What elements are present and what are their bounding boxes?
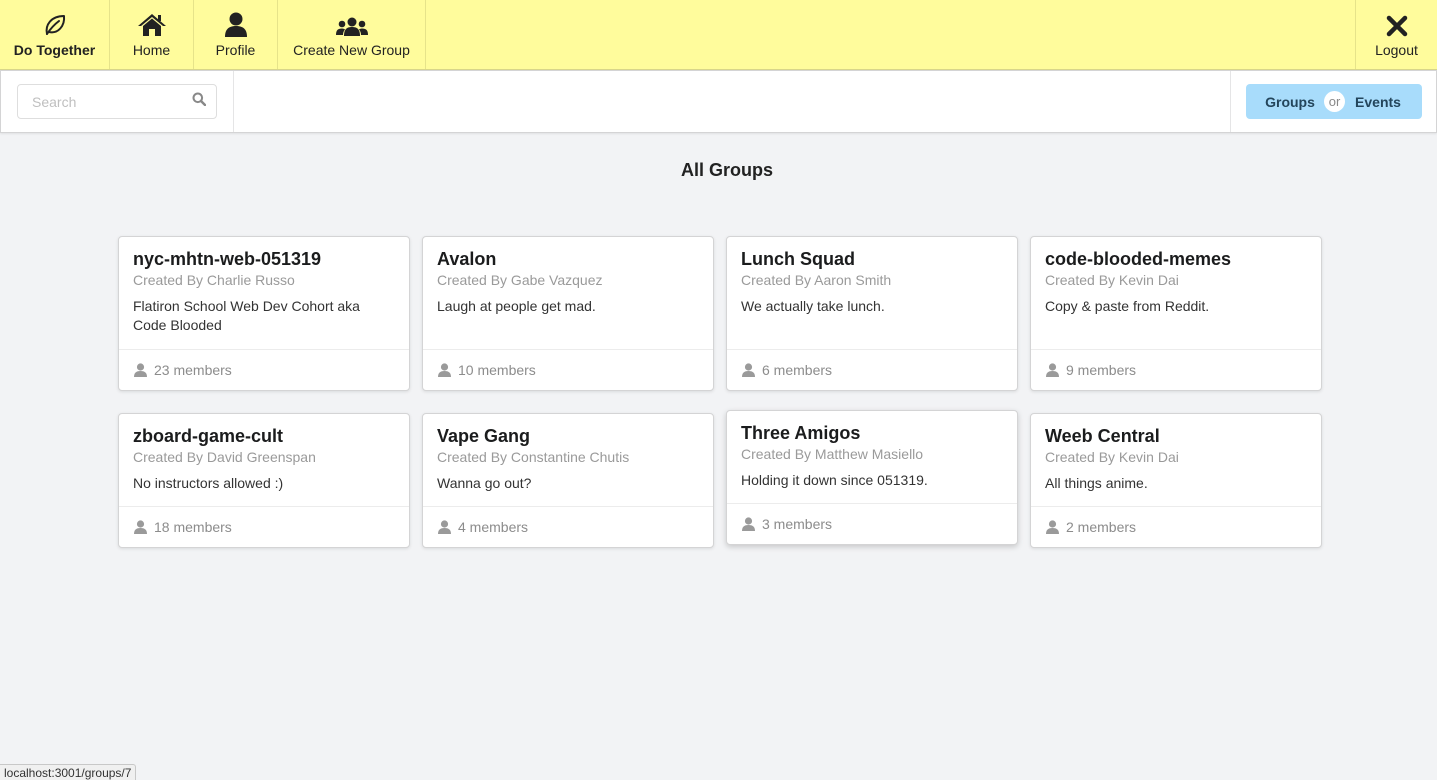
events-button[interactable]: Events — [1334, 84, 1422, 119]
search-box[interactable] — [17, 84, 217, 119]
nav-logout[interactable]: Logout — [1355, 0, 1437, 69]
filter-spacer — [234, 71, 1230, 132]
nav-profile-label: Profile — [215, 42, 256, 58]
user-icon — [742, 363, 755, 377]
group-description: We actually take lunch. — [741, 298, 885, 314]
group-name: Three Amigos — [741, 423, 861, 443]
filter-bar: Groups Events or — [0, 70, 1437, 133]
leaf-icon — [43, 11, 67, 37]
user-icon — [438, 363, 451, 377]
brand-label: Do Together — [13, 42, 96, 58]
group-members: 9 members — [1031, 349, 1321, 390]
member-count: 9 members — [1066, 362, 1137, 378]
page-title: All Groups — [680, 160, 773, 180]
group-members: 4 members — [423, 506, 713, 547]
group-name: code-blooded-memes — [1045, 249, 1232, 269]
group-members: 10 members — [423, 349, 713, 390]
group-creator: Created By Constantine Chutis — [437, 449, 630, 465]
group-description: Laugh at people get mad. — [437, 298, 596, 314]
member-count: 10 members — [458, 362, 536, 378]
groups-button[interactable]: Groups — [1246, 84, 1334, 119]
search-cell — [1, 71, 234, 132]
search-input[interactable] — [32, 93, 182, 110]
group-name: Lunch Squad — [741, 249, 855, 269]
group-card[interactable]: Lunch Squad Created By Aaron Smith We ac… — [726, 236, 1018, 391]
group-members: 2 members — [1031, 506, 1321, 547]
group-members: 18 members — [119, 506, 409, 547]
user-icon — [224, 11, 248, 37]
top-nav: Do Together Home Profile Create New Grou… — [0, 0, 1437, 70]
user-icon — [1046, 363, 1059, 377]
group-creator: Created By Charlie Russo — [133, 272, 295, 288]
group-creator: Created By Kevin Dai — [1045, 449, 1179, 465]
group-members: 23 members — [119, 349, 409, 390]
group-creator: Created By Gabe Vazquez — [437, 272, 603, 288]
group-creator: Created By David Greenspan — [133, 449, 316, 465]
search-icon[interactable] — [192, 92, 207, 111]
group-members: 6 members — [727, 349, 1017, 390]
group-card[interactable]: nyc-mhtn-web-051319 Created By Charlie R… — [118, 236, 410, 391]
group-card[interactable]: Vape Gang Created By Constantine Chutis … — [422, 413, 714, 548]
group-name: Avalon — [437, 249, 497, 269]
group-name: zboard-game-cult — [133, 426, 284, 446]
group-description: Wanna go out? — [437, 475, 532, 491]
user-icon — [1046, 520, 1059, 534]
member-count: 3 members — [762, 516, 833, 532]
brand-link[interactable]: Do Together — [0, 0, 110, 69]
group-card[interactable]: Three Amigos Created By Matthew Masiello… — [726, 410, 1018, 545]
nav-logout-label: Logout — [1375, 42, 1418, 58]
home-icon — [137, 11, 167, 37]
status-url: localhost:3001/groups/7 — [0, 764, 137, 780]
member-count: 6 members — [762, 362, 833, 378]
group-creator: Created By Aaron Smith — [741, 272, 892, 288]
group-creator: Created By Kevin Dai — [1045, 272, 1179, 288]
group-creator: Created By Matthew Masiello — [741, 446, 924, 462]
nav-profile[interactable]: Profile — [194, 0, 278, 69]
group-card[interactable]: zboard-game-cult Created By David Greens… — [118, 413, 410, 548]
member-count: 18 members — [154, 519, 232, 535]
user-icon — [742, 517, 755, 531]
group-description: Copy & paste from Reddit. — [1045, 298, 1210, 314]
nav-create-group-label: Create New Group — [293, 42, 410, 58]
group-description: Holding it down since 051319. — [741, 472, 928, 488]
nav-create-group[interactable]: Create New Group — [278, 0, 426, 69]
nav-home[interactable]: Home — [110, 0, 194, 69]
nav-home-label: Home — [132, 42, 171, 58]
group-card[interactable]: Weeb Central Created By Kevin Dai All th… — [1030, 413, 1322, 548]
user-icon — [134, 363, 147, 377]
group-card[interactable]: Avalon Created By Gabe Vazquez Laugh at … — [422, 236, 714, 391]
groups-events-toggle: Groups Events or — [1246, 84, 1422, 119]
member-count: 2 members — [1066, 519, 1137, 535]
group-name: Weeb Central — [1045, 426, 1160, 446]
group-members: 3 members — [727, 503, 1017, 544]
close-icon — [1386, 11, 1408, 37]
group-description: All things anime. — [1045, 475, 1148, 491]
user-icon — [438, 520, 451, 534]
group-card[interactable]: code-blooded-memes Created By Kevin Dai … — [1030, 236, 1322, 391]
users-icon — [335, 11, 368, 37]
toggle-cell: Groups Events or — [1230, 71, 1436, 132]
group-name: Vape Gang — [437, 426, 531, 446]
user-icon — [134, 520, 147, 534]
or-divider: or — [1324, 91, 1345, 112]
group-description: No instructors allowed :) — [133, 475, 284, 491]
member-count: 4 members — [458, 519, 529, 535]
group-name: nyc-mhtn-web-051319 — [133, 249, 322, 269]
group-description: Flatiron School Web Dev Cohort aka Code … — [133, 298, 360, 333]
member-count: 23 members — [154, 362, 232, 378]
